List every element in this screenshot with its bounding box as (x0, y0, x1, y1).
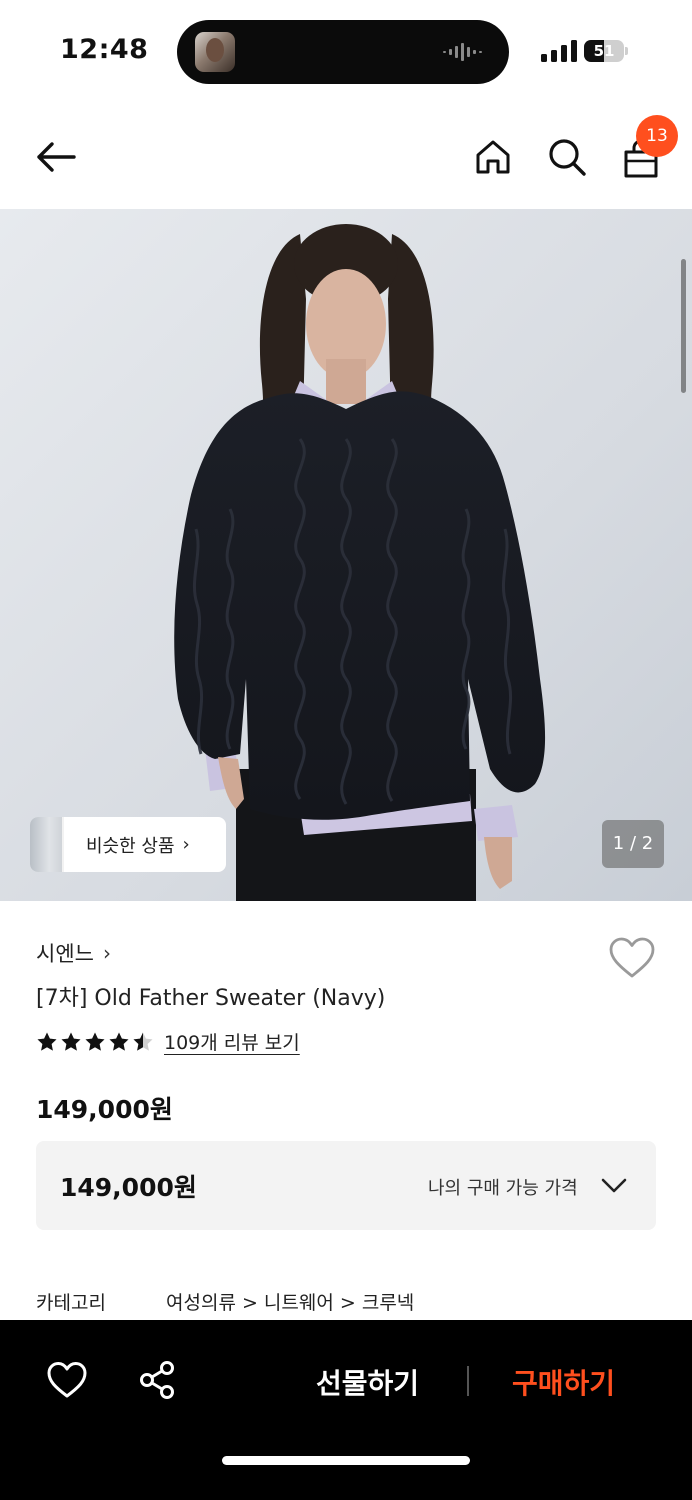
buy-button[interactable]: 구매하기 (512, 1362, 615, 1402)
vertical-scroll-indicator[interactable] (681, 259, 686, 393)
star-rating (36, 1031, 154, 1053)
rating-row: 109개 리뷰 보기 (36, 1028, 300, 1055)
back-button[interactable] (31, 132, 81, 182)
image-page-indicator: 1 / 2 (602, 820, 664, 868)
bottom-action-bar: 선물하기 구매하기 (0, 1320, 692, 1500)
similar-products-button[interactable]: 비슷한 상품 › (30, 817, 226, 872)
brand-name: 시엔느 (36, 942, 94, 966)
star-half-icon (133, 1032, 153, 1051)
share-icon[interactable] (138, 1360, 176, 1400)
search-icon (549, 139, 586, 176)
category-label: 카테고리 (36, 1292, 106, 1314)
home-button[interactable] (468, 132, 518, 182)
battery-indicator: 51 (584, 40, 628, 62)
view-reviews-link[interactable]: 109개 리뷰 보기 (164, 1028, 300, 1055)
star-filled-icon (109, 1032, 129, 1051)
similar-products-label: 비슷한 상품 (86, 835, 175, 857)
home-icon (476, 140, 510, 174)
chevron-right-icon: › (102, 941, 111, 965)
chevron-down-icon (601, 1178, 627, 1193)
status-time: 12:48 (60, 34, 149, 65)
my-price-value: 149,000원 (60, 1173, 197, 1202)
category-row: 카테고리 여성의류 > 니트웨어 > 크루넥 (36, 1288, 414, 1315)
similar-product-thumbnail (30, 817, 64, 872)
star-filled-icon (85, 1032, 105, 1051)
my-price-dropdown[interactable]: 149,000원 나의 구매 가능 가격 (36, 1141, 656, 1230)
audio-waveform-icon (443, 43, 482, 61)
battery-body: 51 (584, 40, 624, 62)
top-navigation (0, 110, 692, 208)
gift-button[interactable]: 선물하기 (316, 1362, 419, 1402)
now-playing-avatar-icon (195, 32, 235, 72)
battery-level: 51 (593, 42, 615, 60)
heart-outline-icon[interactable] (608, 936, 656, 980)
star-filled-icon (37, 1032, 57, 1051)
product-price: 149,000원 (36, 1095, 173, 1124)
cellular-signal-icon (541, 40, 577, 62)
category-breadcrumb[interactable]: 여성의류 > 니트웨어 > 크루넥 (166, 1288, 414, 1315)
heart-outline-icon[interactable] (46, 1360, 88, 1400)
chevron-right-icon: › (182, 834, 190, 855)
product-image-carousel[interactable]: 비슷한 상품 › 1 / 2 (0, 209, 692, 901)
battery-cap (625, 47, 628, 55)
divider (467, 1366, 469, 1396)
product-title: [7차] Old Father Sweater (Navy) (36, 986, 386, 1011)
my-price-label: 나의 구매 가능 가격 (428, 1178, 578, 1199)
search-button[interactable] (542, 132, 592, 182)
brand-link[interactable]: 시엔느 › (36, 938, 111, 968)
cart-count-badge: 13 (636, 115, 678, 157)
back-arrow-icon (37, 142, 76, 172)
product-photo (0, 209, 692, 901)
dynamic-island[interactable] (177, 20, 509, 84)
home-indicator[interactable] (222, 1456, 470, 1465)
status-bar: 12:48 51 (0, 0, 692, 100)
star-filled-icon (61, 1032, 81, 1051)
